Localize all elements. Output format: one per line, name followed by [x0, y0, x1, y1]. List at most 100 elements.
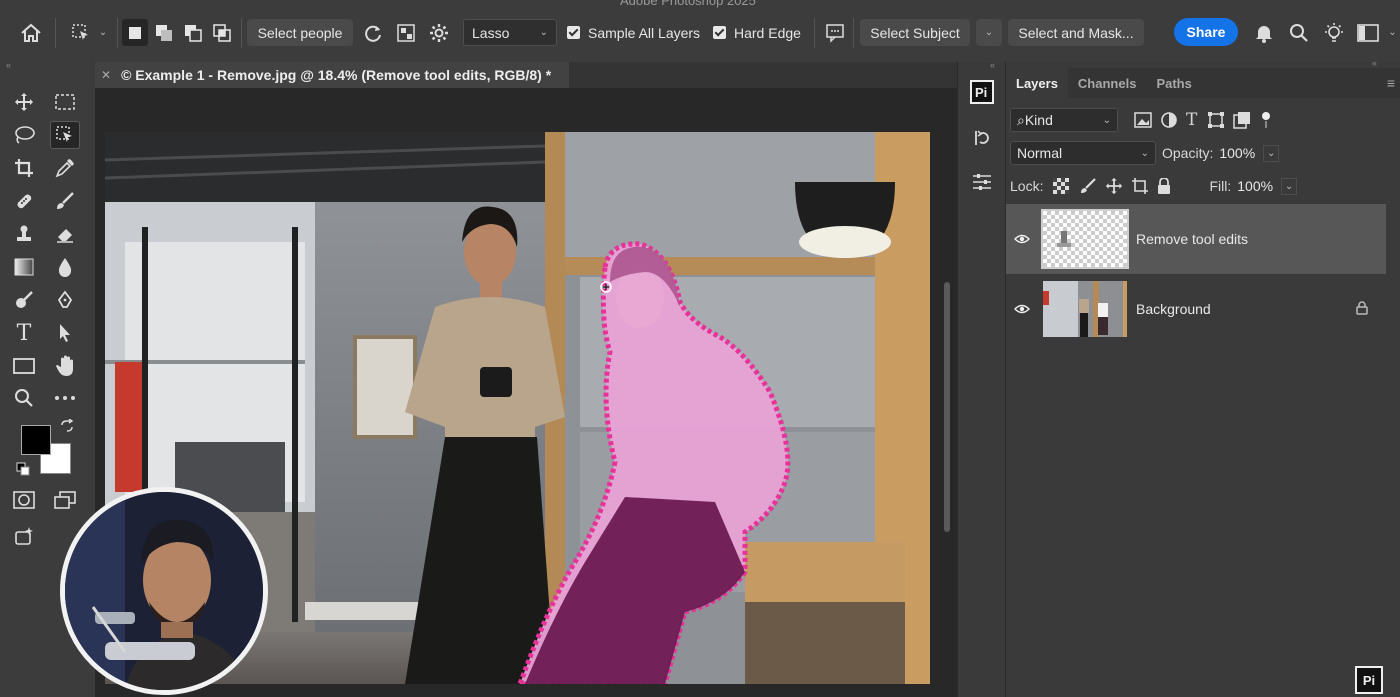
tab-layers[interactable]: Layers	[1006, 68, 1068, 98]
layer-name[interactable]: Remove tool edits	[1136, 231, 1248, 247]
fill-field[interactable]: 100% ⌄	[1235, 174, 1299, 198]
object-finder-icon[interactable]	[393, 19, 419, 46]
quick-mask-icon[interactable]	[9, 486, 39, 514]
close-icon[interactable]: ✕	[101, 68, 111, 82]
lock-pixels-icon[interactable]	[1079, 177, 1097, 195]
object-selection-tool-icon[interactable]	[50, 121, 80, 149]
blend-mode-select[interactable]: Normal ⌄	[1010, 141, 1156, 165]
hard-edge-checkbox[interactable]: Hard Edge	[713, 19, 801, 46]
collapse-toggle[interactable]: «	[958, 61, 1005, 72]
type-tool-icon[interactable]: T	[9, 319, 39, 347]
smart-object-filter-icon[interactable]	[1233, 111, 1251, 129]
path-selection-tool-icon[interactable]	[50, 319, 80, 347]
layers-panel: « Layers Channels Paths ≡ ⌕Kind ⌄ T Norm…	[1005, 59, 1400, 697]
zoom-tool-icon[interactable]	[9, 384, 39, 412]
opacity-label: Opacity:	[1162, 145, 1214, 161]
opacity-field[interactable]: 100% ⌄	[1217, 141, 1281, 165]
feedback-icon[interactable]	[822, 19, 850, 46]
gear-icon[interactable]	[426, 19, 452, 46]
share-button[interactable]: Share	[1174, 18, 1238, 46]
vertical-scrollbar[interactable]	[944, 282, 950, 532]
home-icon[interactable]	[14, 19, 48, 46]
presenter-webcam	[60, 487, 268, 695]
eyedropper-tool-icon[interactable]	[50, 154, 80, 182]
subtract-from-selection-icon[interactable]	[180, 19, 206, 46]
layer-thumbnail	[1041, 279, 1129, 339]
window-title-bar: Adobe Photoshop 2025	[0, 0, 1400, 10]
tab-paths[interactable]: Paths	[1146, 68, 1201, 98]
tool-preset-picker[interactable]: ⌄	[64, 19, 114, 46]
filter-toggle-icon[interactable]	[1261, 111, 1271, 129]
mode-select[interactable]: Lasso ⌄	[463, 19, 557, 46]
move-tool-icon[interactable]	[9, 88, 39, 116]
select-and-mask-button[interactable]: Select and Mask...	[1008, 19, 1144, 46]
layer-row-remove-tool-edits[interactable]: Remove tool edits	[1006, 204, 1386, 274]
workspace-icon[interactable]	[1355, 19, 1381, 46]
layer-row-background[interactable]: Background	[1006, 274, 1386, 344]
lock-artboard-icon[interactable]	[1131, 177, 1149, 195]
plugin-logo-icon: Pi	[1355, 666, 1383, 694]
spot-healing-tool-icon[interactable]	[9, 187, 39, 215]
dodge-tool-icon[interactable]	[9, 286, 39, 314]
chevron-down-icon[interactable]: ⌄	[1262, 144, 1280, 162]
lock-all-icon[interactable]	[1157, 178, 1171, 194]
panel-menu-icon[interactable]: ≡	[1387, 75, 1395, 91]
search-icon: ⌕	[1017, 111, 1025, 128]
select-subject-dropdown[interactable]: ⌄	[976, 19, 1002, 46]
bell-icon[interactable]	[1251, 19, 1277, 46]
eye-icon[interactable]	[1006, 304, 1038, 314]
document-tab[interactable]: ✕ © Example 1 - Remove.jpg @ 18.4% (Remo…	[95, 62, 569, 88]
intersect-selection-icon[interactable]	[209, 19, 235, 46]
pen-tool-icon[interactable]	[50, 286, 80, 314]
eraser-tool-icon[interactable]	[50, 220, 80, 248]
image-filter-icon[interactable]	[1134, 112, 1152, 128]
marquee-tool-icon[interactable]	[50, 88, 80, 116]
lock-transparency-icon[interactable]	[1053, 178, 1070, 194]
window-title: Adobe Photoshop 2025	[620, 0, 756, 8]
shape-filter-icon[interactable]	[1207, 111, 1225, 129]
blur-tool-icon[interactable]	[50, 253, 80, 281]
swap-colors-icon[interactable]	[57, 416, 77, 436]
panel-icon-strip: « Pi	[957, 61, 1005, 697]
lock-position-icon[interactable]	[1105, 177, 1123, 195]
layer-name[interactable]: Background	[1136, 301, 1211, 317]
chevron-down-icon[interactable]: ⌄	[1280, 177, 1298, 195]
gradient-tool-icon[interactable]	[9, 253, 39, 281]
add-to-selection-icon[interactable]	[151, 19, 177, 46]
tab-channels[interactable]: Channels	[1068, 68, 1147, 98]
filter-kind-select[interactable]: ⌕Kind ⌄	[1010, 108, 1118, 132]
object-select-tool-icon	[72, 23, 88, 40]
chevron-down-icon[interactable]: ⌄	[1385, 19, 1400, 46]
new-selection-icon[interactable]	[122, 19, 148, 46]
layer-thumbnail	[1041, 209, 1129, 269]
eye-icon[interactable]	[1006, 234, 1038, 244]
adjustments-icon[interactable]	[967, 168, 997, 196]
clone-stamp-tool-icon[interactable]	[9, 220, 39, 248]
refresh-icon[interactable]	[360, 19, 386, 46]
collapse-toggle[interactable]: «	[0, 61, 95, 72]
brush-tool-icon[interactable]	[50, 187, 80, 215]
history-icon[interactable]	[967, 124, 997, 152]
chevron-down-icon: ⌄	[98, 27, 108, 38]
search-icon[interactable]	[1286, 19, 1312, 46]
select-subject-button[interactable]: Select Subject	[860, 19, 970, 46]
lasso-tool-icon[interactable]	[9, 121, 39, 149]
crop-tool-icon[interactable]	[9, 154, 39, 182]
hand-tool-icon[interactable]	[50, 352, 80, 380]
lightbulb-icon[interactable]	[1320, 19, 1348, 46]
screen-mode-icon[interactable]	[50, 486, 80, 514]
presenter-video-image	[65, 492, 263, 690]
sample-all-layers-checkbox[interactable]: Sample All Layers	[567, 19, 700, 46]
adjustment-filter-icon[interactable]	[1160, 111, 1178, 129]
rectangle-tool-icon[interactable]	[9, 352, 39, 380]
plugin-panel-icon[interactable]: Pi	[967, 78, 997, 106]
select-people-button[interactable]: Select people	[247, 19, 353, 46]
foreground-color-swatch[interactable]	[21, 425, 51, 455]
blend-row: Normal ⌄ Opacity: 100% ⌄	[1010, 141, 1281, 165]
generative-ai-icon[interactable]	[9, 523, 39, 551]
default-colors-icon[interactable]	[14, 460, 32, 478]
chevron-down-icon: ⌄	[1140, 147, 1149, 159]
type-filter-icon[interactable]: T	[1186, 110, 1197, 130]
chevron-down-icon: ⌄	[1102, 114, 1111, 126]
more-tools-icon[interactable]	[50, 384, 80, 412]
